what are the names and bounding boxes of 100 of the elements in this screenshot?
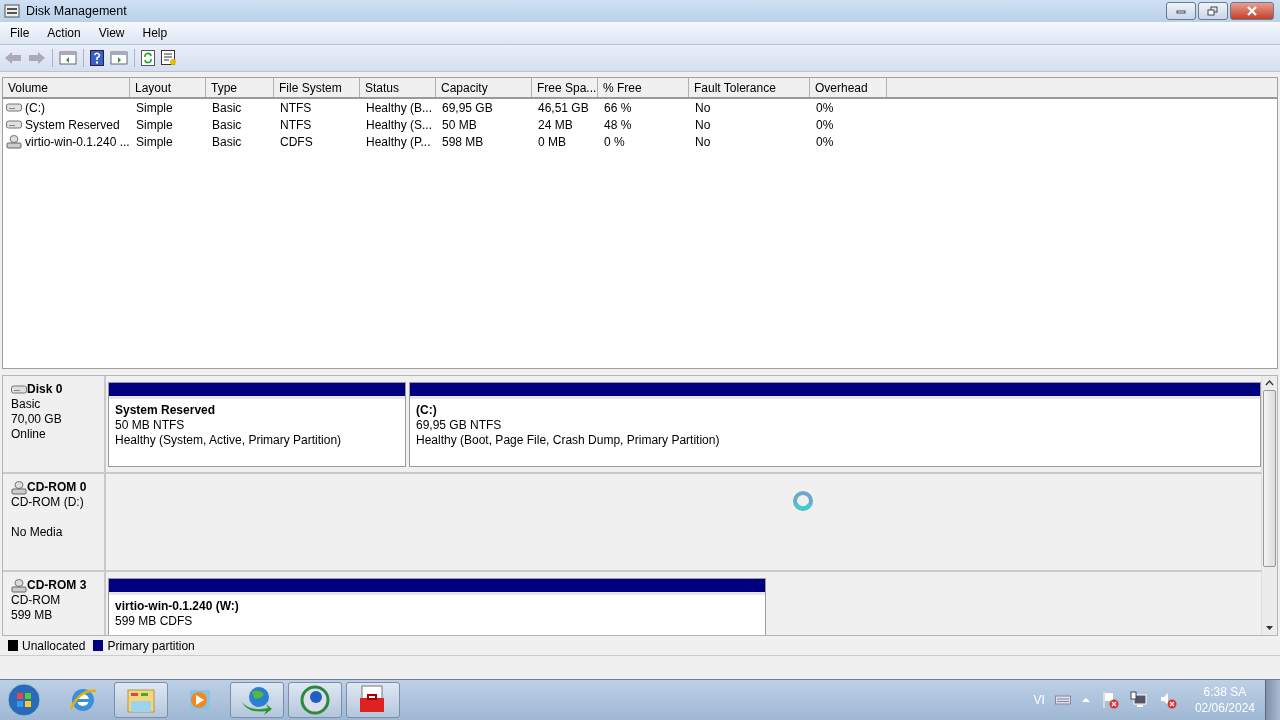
column-header[interactable]: Fault Tolerance [689,78,810,97]
start-button[interactable] [6,682,42,718]
column-header[interactable]: Layout [130,78,206,97]
table-cell-text: 598 MB [441,134,485,149]
column-header[interactable]: Capacity [436,78,532,97]
table-cell: System Reserved [25,117,120,132]
table-cell-text: Simple [135,134,174,149]
console-tree-icon[interactable] [59,51,77,65]
help-icon[interactable] [90,50,104,66]
table-cell-text: No [694,134,712,149]
partition-block[interactable]: (C:) 69,95 GB NTFS Healthy (Boot, Page File, Crash Dump, Primary Partition) [409,382,1261,467]
menu-item[interactable]: Help [132,26,176,40]
partition-status: Healthy (Boot, Page File, Crash Dump, Primary Partition) [416,433,721,448]
disk-label-panel[interactable]: CD-ROM 0 CD-ROM (D:) No Media [3,474,106,570]
column-header[interactable]: Volume [3,78,130,97]
refresh-icon[interactable] [141,50,155,66]
partition-block[interactable]: System Reserved 50 MB NTFS Healthy (System, Active, Primary Partition) [108,382,406,467]
flag-error-icon[interactable] [1100,691,1119,709]
keyboard-icon[interactable] [1054,695,1071,705]
busy-cursor-icon [792,490,814,512]
table-cell-text: NTFS [279,100,313,115]
table-cell-text: Basic [211,134,243,149]
restore-button[interactable] [1198,2,1228,20]
network-error-icon[interactable] [1128,691,1149,709]
action-pane-icon[interactable] [110,51,128,65]
partition-name: System Reserved [115,403,217,418]
table-cell-text: 0% [815,134,835,149]
disk-label-panel[interactable]: Disk 0 Basic 70,00 GB Online [3,376,106,472]
scroll-down-arrow-icon[interactable] [1265,625,1274,631]
table-cell-text: Healthy (B... [365,100,434,115]
table-cell-text: Simple [135,117,174,132]
disk-info: Basic [11,397,42,412]
table-cell-text: CDFS [279,134,314,149]
partition-block[interactable]: virtio-win-0.1.240 (W:) 599 MB CDFS [108,578,766,635]
drive-icon [6,120,22,129]
table-cell-text: 0 % [603,134,626,149]
column-header[interactable]: Type [206,78,274,97]
table-cell: (C:) [25,100,45,115]
table-cell-text: No [694,117,712,132]
table-cell-text: 66 % [603,100,633,115]
partition-size: 69,95 GB NTFS [416,418,503,433]
table-cell-text: No [694,100,712,115]
disk-name: Disk 0 [27,382,63,397]
legend-label: Unallocated [22,638,86,653]
table-cell-text: Healthy (S... [365,117,434,132]
column-header[interactable]: Overhead [810,78,887,97]
scrollbar[interactable] [1261,376,1277,635]
partition-size: 599 MB CDFS [115,614,194,629]
column-header[interactable]: Free Spa... [532,78,598,97]
close-button[interactable] [1230,2,1274,20]
menu-item[interactable]: Action [37,26,89,40]
disk-info: No Media [11,525,64,540]
restore-icon [1207,6,1219,16]
disk-info: 70,00 GB [11,412,63,427]
table-cell-text: 48 % [603,117,633,132]
drive-icon [6,103,22,112]
close-icon [1246,6,1258,16]
table-cell-text: 46,51 GB [537,100,590,115]
menu-item[interactable]: File [0,26,38,40]
clock-time: 6:38 SA [1203,684,1247,700]
table-cell-text: 0% [815,117,835,132]
disk-management-icon [4,4,20,18]
table-cell-text: 0% [815,100,835,115]
clock-date: 02/06/2024 [1194,700,1255,716]
disk-name: CD-ROM 0 [27,480,87,495]
table-cell-text: Basic [211,117,243,132]
partition-name: (C:) [416,403,438,418]
drive-icon [11,385,27,394]
taskbar-button[interactable] [288,682,342,718]
table-cell-text: Simple [135,100,174,115]
partition-status: Healthy (System, Active, Primary Partition) [115,433,343,448]
column-header[interactable]: Status [360,78,436,97]
disk-name: CD-ROM 3 [27,578,87,593]
globe-icon [299,684,331,716]
disk-info: CD-ROM [11,593,62,608]
table-cell-text: 69,95 GB [441,100,494,115]
taskbar-button[interactable] [346,682,400,718]
table-cell-text: 0 MB [537,134,567,149]
partition-name: virtio-win-0.1.240 (W:) [115,599,240,614]
disk-info: CD-ROM (D:) [11,495,85,510]
minimize-icon [1175,7,1187,15]
taskbar-button[interactable] [230,682,284,718]
table-cell-text: NTFS [279,117,313,132]
table-cell: virtio-win-0.1.240 ... [25,134,130,149]
disk-info: Online [11,427,47,442]
speaker-muted-icon[interactable] [1158,691,1177,709]
disk-info: 599 MB [11,608,54,623]
show-desktop-button[interactable] [1265,680,1280,720]
partition-size: 50 MB NTFS [115,418,186,433]
properties-icon[interactable] [161,50,177,66]
table-cell-text: Healthy (P... [365,134,432,149]
minimize-button[interactable] [1166,2,1196,20]
table-cell-text: Basic [211,100,243,115]
table-cell-text: 50 MB [441,117,478,132]
window-title: Disk Management [26,4,127,18]
column-header[interactable]: % Free [598,78,689,97]
legend-label: Primary partition [107,638,195,653]
table-cell-text: 24 MB [537,117,574,132]
column-header[interactable]: File System [274,78,360,97]
menu-item[interactable]: View [88,26,133,40]
